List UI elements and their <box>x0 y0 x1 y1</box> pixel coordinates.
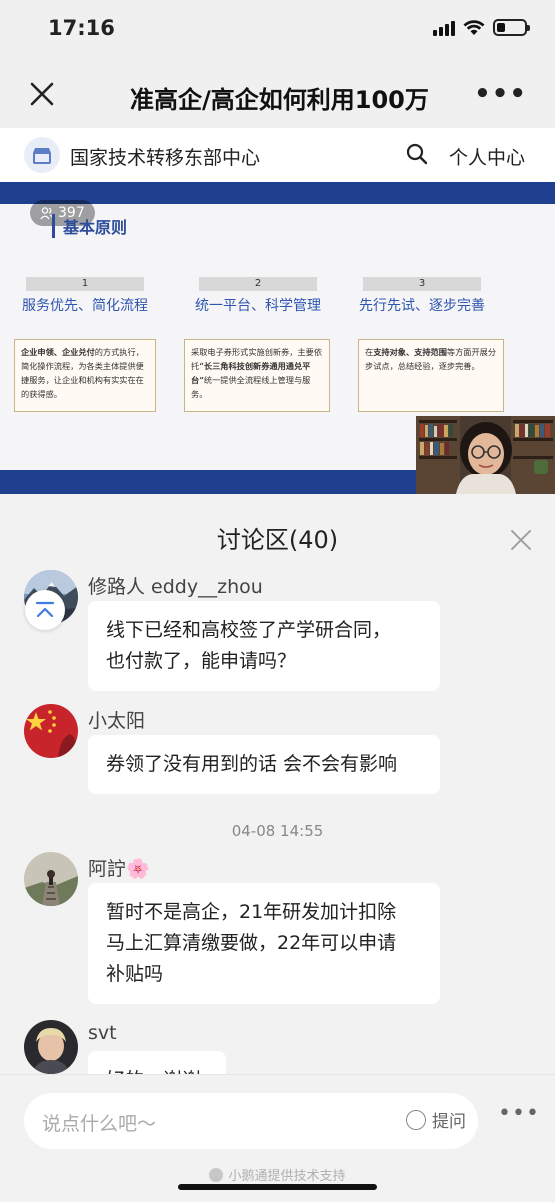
close-icon[interactable] <box>26 78 58 110</box>
message-bubble: 好的，谢谢 <box>88 1051 226 1074</box>
search-icon[interactable] <box>405 142 429 166</box>
principle-desc-2: 采取电子券形式实施创新券，主要依托“长三角科技创新券通用通兑平台”统一提供全流程… <box>184 339 330 412</box>
home-indicator[interactable] <box>178 1184 377 1190</box>
avatar[interactable] <box>24 704 78 758</box>
principle-desc-3: 在支持对象、支持范围等方面开展分步试点，总结经验，逐步完善。 <box>358 339 504 412</box>
slide-heading: 基本原则 <box>52 214 127 238</box>
comment-placeholder: 说点什么吧～ <box>42 1113 157 1135</box>
signal-icon <box>433 20 455 36</box>
more-icon[interactable]: ••• <box>474 81 527 107</box>
message-text: 补贴吗 <box>106 963 164 985</box>
principle-2: 2 统一平台、科学管理 <box>173 277 343 315</box>
message-bubble: 线下已经和高校签了产学研合同， 也付款了，能申请吗？ <box>88 601 440 691</box>
principle-num: 1 <box>26 277 144 291</box>
tech-support-footer: 小鹅通提供技术支持 <box>0 1165 555 1184</box>
presenter-video[interactable] <box>416 416 555 494</box>
message-author: svt <box>88 1022 117 1044</box>
discussion-panel: 讨论区(40) 修路人 eddy__zhou 线下已经和高校签了产学研合同， 也… <box>0 494 555 1074</box>
status-icons <box>433 19 530 36</box>
nav-bar: 准高企/高企如何利用100万 ••• <box>0 60 555 128</box>
message-author: 小太阳 <box>88 710 146 732</box>
message-author: 阿詝🌸 <box>88 858 150 880</box>
principle-title: 统一平台、科学管理 <box>195 298 321 314</box>
tech-support-text: 小鹅通提供技术支持 <box>228 1169 346 1184</box>
message-text: 暂时不是高企，21年研发加计扣除 <box>106 901 397 923</box>
radio-icon <box>406 1109 426 1130</box>
close-discussion-icon[interactable] <box>509 528 533 552</box>
chevron-up-icon <box>35 601 55 618</box>
message-text: 线下已经和高校签了产学研合同， <box>106 619 392 641</box>
wifi-icon <box>463 19 485 35</box>
comment-input[interactable]: 说点什么吧～ 提问 <box>24 1093 478 1149</box>
principle-title: 先行先试、逐步完善 <box>359 298 485 314</box>
personal-center-link[interactable]: 个人中心 <box>449 143 525 170</box>
message-author: 修路人 eddy__zhou <box>88 576 263 598</box>
principle-3: 3 先行先试、逐步完善 <box>337 277 507 315</box>
status-bar: 17:16 <box>0 0 555 60</box>
principle-num: 3 <box>363 277 481 291</box>
avatar[interactable] <box>24 852 78 906</box>
ask-label: 提问 <box>432 1112 466 1132</box>
page-title: 准高企/高企如何利用100万 <box>130 86 429 114</box>
ask-question-toggle[interactable]: 提问 <box>406 1107 466 1132</box>
more-options-icon[interactable]: ••• <box>498 1103 540 1125</box>
message-timestamp: 04-08 14:55 <box>231 822 324 840</box>
message-text: 好的，谢谢 <box>106 1065 208 1074</box>
message-text: 马上汇算清缴要做，22年可以申请 <box>106 932 397 954</box>
principle-desc-1: 企业申领、企业兑付的方式执行，简化操作流程，为各类主体提供便捷服务，让企业和机构… <box>14 339 156 412</box>
message-text: 券领了没有用到的话 会不会有影响 <box>106 753 398 775</box>
provider-logo-icon <box>209 1167 224 1182</box>
message-bubble: 券领了没有用到的话 会不会有影响 <box>88 735 440 794</box>
discussion-title: 讨论区(40) <box>216 526 339 554</box>
principle-1: 1 服务优先、简化流程 <box>0 277 170 315</box>
input-area: 说点什么吧～ 提问 ••• 小鹅通提供技术支持 <box>0 1074 555 1202</box>
battery-icon <box>493 19 530 36</box>
principle-num: 2 <box>199 277 317 291</box>
message-bubble: 暂时不是高企，21年研发加计扣除 马上汇算清缴要做，22年可以申请 补贴吗 <box>88 883 440 1004</box>
avatar[interactable] <box>24 1020 78 1074</box>
store-icon[interactable] <box>24 137 60 173</box>
video-player[interactable]: 397 基本原则 1 服务优先、简化流程 2 统一平台、科学管理 3 先行先试、… <box>0 182 555 494</box>
principle-title: 服务优先、简化流程 <box>22 298 148 314</box>
org-bar: 国家技术转移东部中心 个人中心 <box>0 128 555 182</box>
status-time: 17:16 <box>48 16 115 40</box>
org-name[interactable]: 国家技术转移东部中心 <box>70 143 260 170</box>
scroll-to-top-button[interactable] <box>25 590 65 630</box>
message-text: 也付款了，能申请吗？ <box>106 650 297 672</box>
